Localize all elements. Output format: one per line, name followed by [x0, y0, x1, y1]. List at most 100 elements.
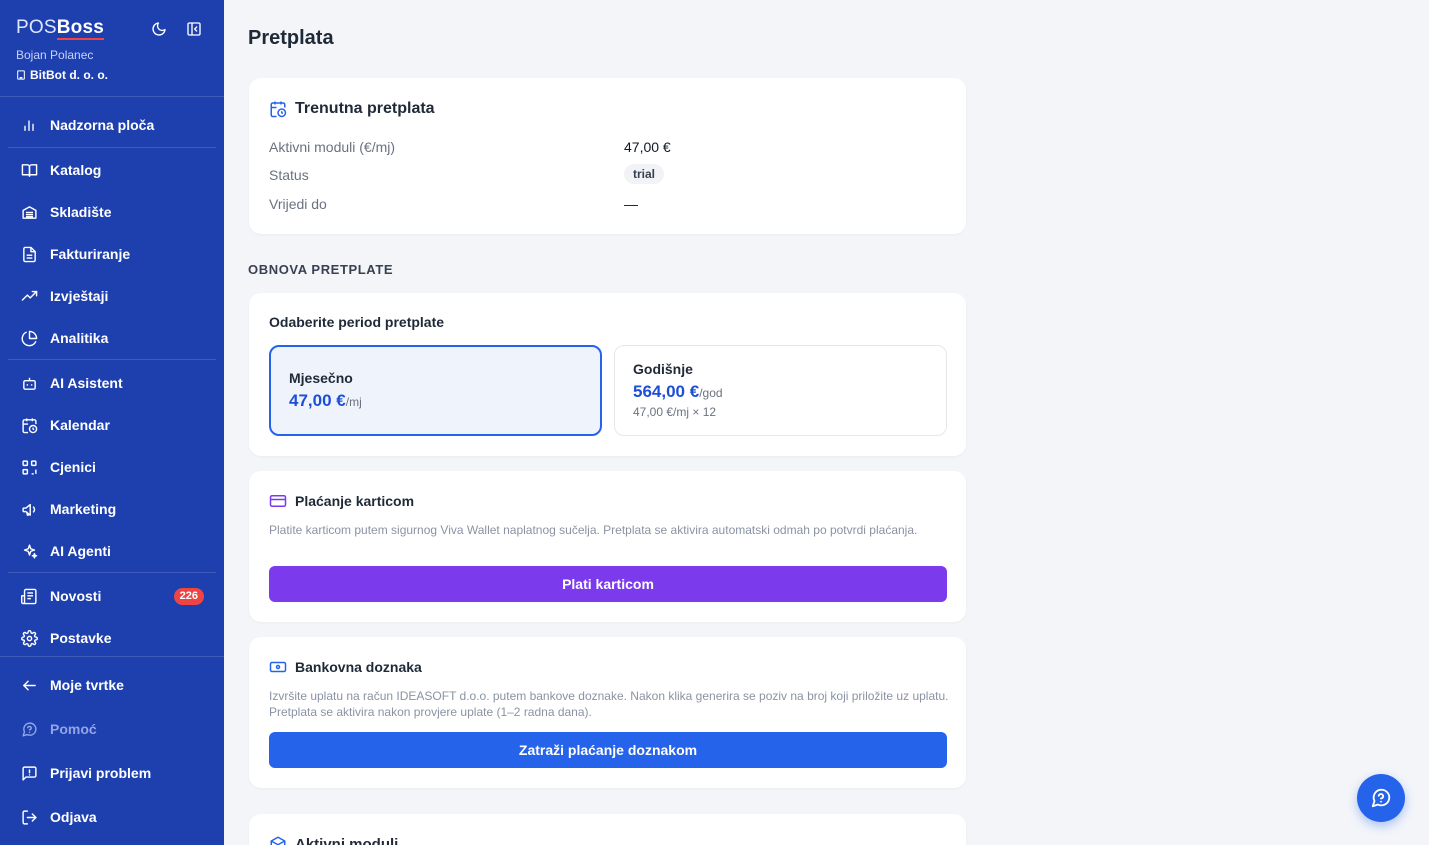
sidebar-item-moje-tvrtke[interactable]: Moje tvrtke — [8, 666, 216, 704]
sidebar-item-katalog[interactable]: Katalog — [8, 151, 216, 189]
sidebar-item-izvjestaji[interactable]: Izvještaji — [8, 277, 216, 315]
calendar-clock-icon — [20, 416, 38, 434]
card-title: Trenutna pretplata — [295, 100, 435, 117]
sidebar-item-label: Prijavi problem — [50, 765, 152, 781]
message-alert-icon — [20, 764, 38, 782]
sidebar-item-skladiste[interactable]: Skladište — [8, 193, 216, 231]
option-breakdown: 47,00 €/mj × 12 — [633, 405, 717, 419]
valid-until-label: Vrijedi do — [269, 196, 327, 212]
sidebar-item-label: AI Agenti — [50, 543, 111, 559]
logout-icon — [20, 808, 38, 826]
trending-up-icon — [20, 287, 38, 305]
sidebar-item-label: Katalog — [50, 162, 102, 178]
sidebar-item-label: Analitika — [50, 330, 109, 346]
divider — [8, 359, 216, 360]
option-price: 47,00 € — [289, 391, 346, 410]
card-title: Bankovna doznaka — [295, 659, 422, 675]
sidebar: POSBoss Bojan Polanec BitBot d. o. o. Na… — [0, 0, 224, 845]
sidebar-item-label: Fakturiranje — [50, 246, 131, 262]
period-option-monthly[interactable]: Mjesečno 47,00 €/mj — [269, 345, 602, 436]
sidebar-item-marketing[interactable]: Marketing — [8, 490, 216, 528]
warehouse-icon — [20, 203, 38, 221]
brand-boss-text: Boss — [56, 17, 104, 40]
arrow-left-icon — [20, 676, 38, 694]
current-subscription-card: Trenutna pretplata Aktivni moduli (€/mj)… — [249, 78, 966, 234]
bank-transfer-card: Bankovna doznaka Izvršite uplatu na raču… — [249, 637, 966, 788]
sidebar-item-label: AI Asistent — [50, 375, 123, 391]
sidebar-item-fakturiranje[interactable]: Fakturiranje — [8, 235, 216, 273]
card-title: Plaćanje karticom — [295, 493, 415, 509]
building-icon — [17, 70, 25, 80]
sidebar-item-nadzorna-ploca[interactable]: Nadzorna ploča — [8, 106, 216, 144]
sidebar-item-label: Pomoć — [50, 721, 97, 737]
period-option-yearly[interactable]: Godišnje 564,00 €/god 47,00 €/mj × 12 — [614, 345, 947, 436]
request-bank-transfer-button[interactable]: Zatraži plaćanje doznakom — [269, 732, 947, 768]
page-title: Pretplata — [248, 27, 334, 49]
period-prompt: Odaberite period pretplate — [269, 314, 445, 330]
pay-by-card-button[interactable]: Plati karticom — [269, 566, 947, 602]
sidebar-item-ai-asistent[interactable]: AI Asistent — [8, 364, 216, 402]
sparkles-icon — [20, 542, 38, 560]
sidebar-item-label: Odjava — [50, 809, 97, 825]
status-label: Status — [269, 167, 309, 183]
newspaper-icon — [20, 587, 38, 605]
sidebar-item-pomoc[interactable]: Pomoć — [8, 710, 216, 748]
active-modules-value: 47,00 € — [624, 139, 671, 155]
sidebar-item-postavke[interactable]: Postavke — [8, 619, 216, 657]
sidebar-collapse-icon[interactable] — [185, 20, 203, 38]
active-modules-label: Aktivni moduli (€/mj) — [269, 139, 396, 155]
divider — [8, 147, 216, 148]
sidebar-item-label: Izvještaji — [50, 288, 109, 304]
user-name: Bojan Polanec — [16, 48, 94, 62]
company-switcher[interactable]: BitBot d. o. o. — [16, 68, 108, 82]
book-icon — [20, 161, 38, 179]
brand-pos-text: POS — [16, 17, 57, 38]
credit-card-icon — [269, 492, 287, 510]
megaphone-icon — [20, 500, 38, 518]
divider — [8, 572, 216, 573]
divider — [0, 656, 224, 657]
box-icon — [269, 835, 287, 845]
card-payment-description: Platite karticom putem sigurnog Viva Wal… — [269, 523, 918, 537]
sidebar-item-cjenici[interactable]: Cjenici — [8, 448, 216, 486]
notification-count-badge: 226 — [173, 588, 204, 605]
sidebar-item-label: Nadzorna ploča — [50, 117, 155, 133]
sidebar-item-label: Kalendar — [50, 417, 110, 433]
sidebar-item-ai-agenti[interactable]: AI Agenti — [8, 532, 216, 570]
sidebar-item-label: Postavke — [50, 630, 112, 646]
bank-transfer-description: Izvršite uplatu na račun IDEASOFT d.o.o.… — [269, 689, 949, 719]
sidebar-item-analitika[interactable]: Analitika — [8, 319, 216, 357]
chart-bars-icon — [20, 116, 38, 134]
sidebar-item-odjava[interactable]: Odjava — [8, 798, 216, 836]
sidebar-item-label: Cjenici — [50, 459, 96, 475]
sidebar-item-label: Skladište — [50, 204, 112, 220]
card-title: Aktivni moduli — [295, 835, 399, 845]
card-payment-card: Plaćanje karticom Platite karticom putem… — [249, 471, 966, 622]
option-name: Godišnje — [633, 361, 693, 377]
gear-icon — [20, 629, 38, 647]
option-unit: /mj — [345, 395, 362, 409]
status-badge: trial — [624, 164, 665, 184]
option-price: 564,00 € — [633, 382, 700, 401]
divider — [0, 96, 224, 97]
sidebar-item-label: Moje tvrtke — [50, 677, 124, 693]
option-name: Mjesečno — [289, 370, 353, 386]
help-chat-icon — [20, 720, 38, 738]
renewal-section-title: OBNOVA PRETPLATE — [248, 262, 394, 277]
active-modules-card: Aktivni moduli — [249, 814, 966, 845]
brand-logo[interactable]: POSBoss — [16, 17, 104, 40]
company-name: BitBot d. o. o. — [30, 68, 108, 82]
sidebar-item-novosti[interactable]: Novosti 226 — [8, 577, 216, 615]
sidebar-item-label: Marketing — [50, 501, 117, 517]
sidebar-item-prijavi-problem[interactable]: Prijavi problem — [8, 754, 216, 792]
valid-until-value: — — [624, 196, 638, 212]
banknote-icon — [269, 658, 287, 676]
moon-icon[interactable] — [150, 20, 168, 38]
support-chat-button[interactable] — [1357, 774, 1405, 822]
option-unit: /god — [699, 386, 723, 400]
pie-chart-icon — [20, 329, 38, 347]
sidebar-item-kalendar[interactable]: Kalendar — [8, 406, 216, 444]
help-chat-icon — [1371, 788, 1391, 808]
document-icon — [20, 245, 38, 263]
period-selection-card: Odaberite period pretplate Mjesečno 47,0… — [249, 293, 966, 456]
